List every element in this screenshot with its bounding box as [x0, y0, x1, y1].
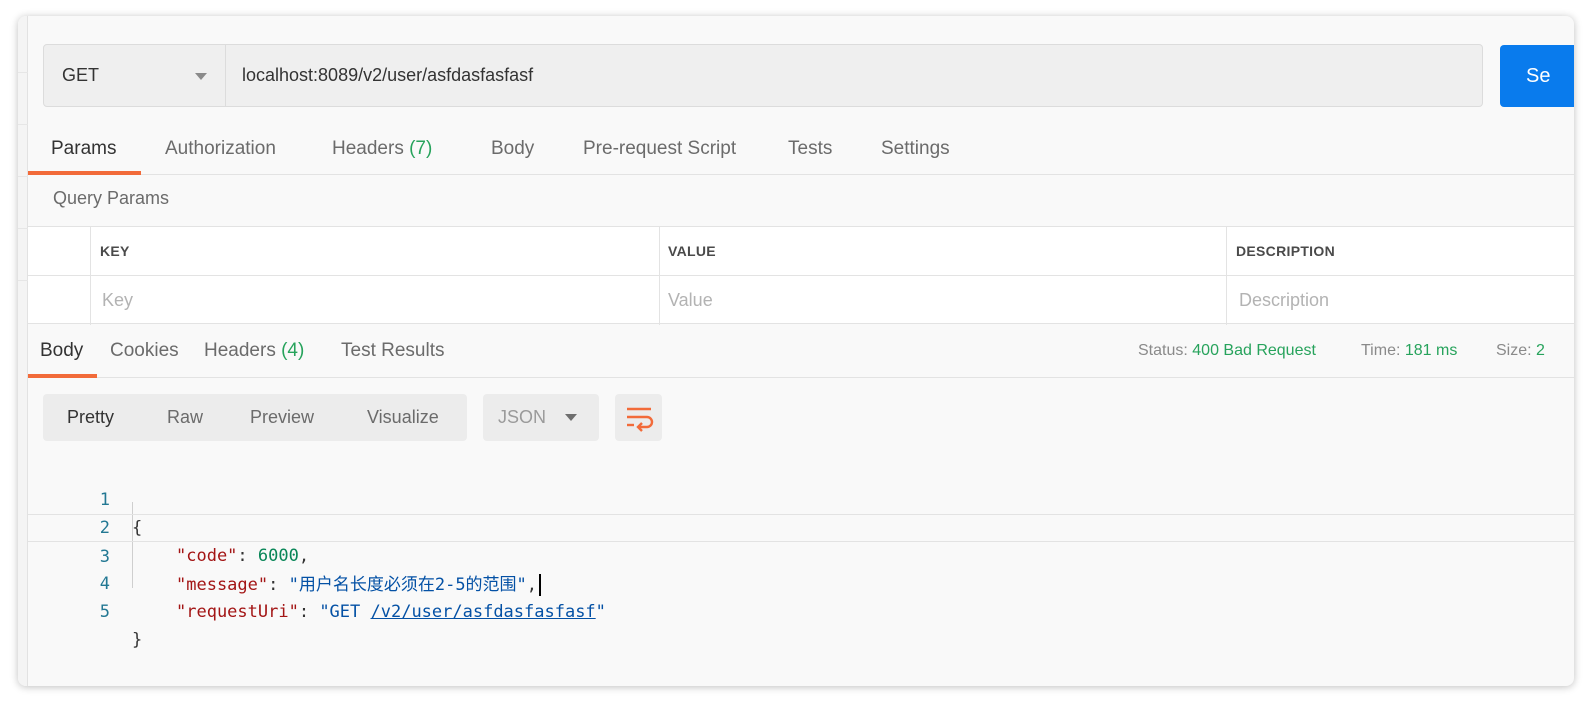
send-button-label: Se [1526, 64, 1551, 87]
response-time: Time: 181 ms [1361, 326, 1457, 376]
code-line: 4 "requestUri": "GET /v2/user/asfdasfasf… [28, 542, 1574, 622]
code-line-current: 3 "message": "用户名长度必须在2-5的范围", [28, 514, 1574, 596]
response-tab-cookies[interactable]: Cookies [110, 326, 179, 376]
tab-label: Settings [881, 138, 950, 159]
response-size: Size: 2 [1496, 326, 1545, 376]
view-mode-group: Pretty Raw Preview Visualize [43, 394, 467, 441]
method-select[interactable]: GET [43, 44, 226, 107]
active-tab-indicator [28, 171, 141, 175]
request-tabs: Params Authorization Headers (7) Body Pr… [28, 123, 1574, 175]
active-tab-indicator [28, 374, 97, 378]
request-url-bar: GET localhost:8089/v2/user/asfdasfasfasf [43, 44, 1483, 107]
format-label: JSON [498, 407, 547, 427]
table-header-row [28, 227, 1574, 276]
tab-body[interactable]: Body [491, 123, 534, 175]
tab-label: Body [491, 138, 535, 159]
wrap-lines-button[interactable] [615, 394, 662, 441]
json-link[interactable]: /v2/user/asfdasfasfasf [371, 602, 596, 622]
url-input[interactable]: localhost:8089/v2/user/asfdasfasfasf [226, 44, 1483, 107]
tab-label: Test Results [341, 340, 445, 361]
response-tabs: Body Cookies Headers (4) Test Results St… [28, 326, 1574, 378]
column-header-key: KEY [100, 243, 130, 259]
view-visualize-button[interactable]: Visualize [367, 394, 439, 441]
code-text: } [132, 630, 143, 650]
chevron-down-icon [195, 73, 207, 80]
size-value: 2 [1536, 342, 1545, 359]
response-tab-headers[interactable]: Headers (4) [204, 326, 304, 376]
format-select[interactable]: JSON [483, 394, 599, 441]
response-tab-test-results[interactable]: Test Results [341, 326, 444, 376]
tab-count-badge: (4) [281, 340, 305, 361]
tab-label: Authorization [165, 138, 276, 159]
view-preview-button[interactable]: Preview [250, 394, 314, 441]
chevron-down-icon [565, 414, 577, 421]
response-tab-body[interactable]: Body [40, 326, 83, 376]
tab-label: Headers [332, 138, 404, 159]
query-params-title: Query Params [53, 188, 170, 208]
method-label: GET [62, 65, 100, 85]
tab-label: Params [51, 138, 117, 159]
line-number: 5 [99, 602, 110, 622]
value-input[interactable]: Value [668, 276, 713, 324]
response-status: Status: 400 Bad Request [1138, 326, 1316, 376]
json-key: "requestUri" [176, 602, 299, 622]
time-label: Time: [1361, 342, 1401, 359]
tab-settings[interactable]: Settings [881, 123, 950, 175]
status-value: 400 Bad Request [1192, 342, 1316, 359]
tab-count-badge: (7) [409, 138, 433, 159]
key-input[interactable]: Key [102, 276, 133, 324]
json-string: " [595, 602, 606, 622]
column-header-value: VALUE [668, 243, 716, 259]
tab-label: Cookies [110, 340, 179, 361]
postman-window: GET localhost:8089/v2/user/asfdasfasfasf… [18, 16, 1574, 686]
tab-params[interactable]: Params [51, 123, 116, 175]
tab-label: Headers [204, 340, 276, 361]
tab-label: Body [40, 340, 84, 361]
code-line: 1 { [28, 458, 1574, 538]
code-line: 2 "code": 6000, [28, 486, 1574, 566]
tab-label: Tests [788, 138, 833, 159]
tab-authorization[interactable]: Authorization [165, 123, 276, 175]
view-pretty-button[interactable]: Pretty [67, 394, 114, 441]
wrap-lines-icon [627, 407, 654, 432]
json-separator: : [298, 602, 320, 622]
description-input[interactable]: Description [1239, 276, 1329, 324]
response-body-editor[interactable]: 1 { 2 "code": 6000, 3 "message": "用户名长度必… [28, 456, 1574, 676]
tab-headers[interactable]: Headers (7) [332, 123, 432, 175]
send-button[interactable]: Se [1500, 45, 1574, 107]
tab-tests[interactable]: Tests [788, 123, 832, 175]
status-label: Status: [1138, 342, 1188, 359]
time-value: 181 ms [1404, 342, 1458, 359]
url-value: localhost:8089/v2/user/asfdasfasfasf [242, 65, 534, 85]
tab-label: Pre-request Script [583, 138, 737, 159]
tab-pre-request-script[interactable]: Pre-request Script [583, 123, 736, 175]
code-line: 5 } [28, 570, 1574, 650]
column-header-description: DESCRIPTION [1236, 243, 1335, 259]
size-label: Size: [1496, 342, 1532, 359]
sidebar-edge [18, 16, 28, 686]
json-string: "GET [319, 602, 371, 622]
view-raw-button[interactable]: Raw [167, 394, 203, 441]
query-params-table: KEY VALUE DESCRIPTION Key Value Descript… [28, 226, 1574, 325]
